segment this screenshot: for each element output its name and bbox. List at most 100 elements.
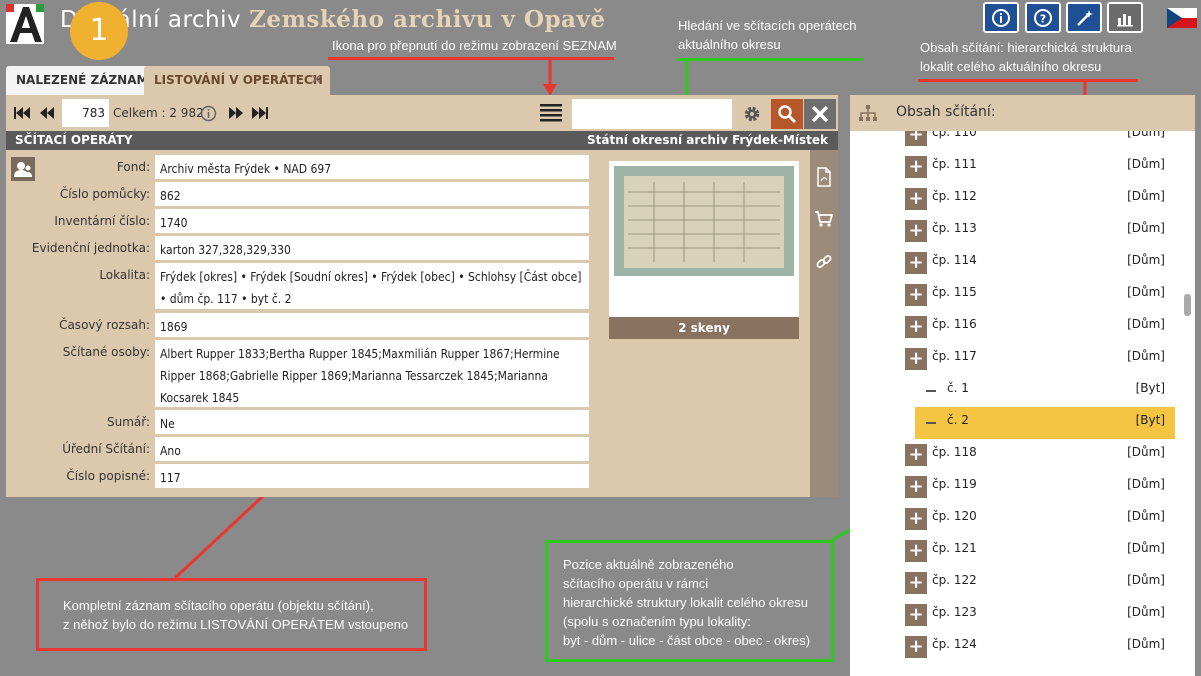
tree-row[interactable]: + čp. 113 [Dům] xyxy=(850,215,1181,247)
expand-icon[interactable]: + xyxy=(905,540,927,562)
tree-row[interactable]: + čp. 122 [Dům] xyxy=(850,567,1181,599)
expand-icon[interactable]: + xyxy=(905,188,927,210)
expand-icon[interactable]: + xyxy=(905,476,927,498)
tree-row[interactable]: č. 1 [Byt] xyxy=(850,375,1181,407)
expand-icon[interactable]: + xyxy=(905,131,927,146)
tree-row-name: č. 1 xyxy=(947,381,969,395)
section-bar: SČÍTACÍ OPERÁTY Státní okresní archiv Fr… xyxy=(6,131,838,150)
tree-row-name: čp. 115 xyxy=(932,285,977,299)
person-icon[interactable] xyxy=(11,157,35,181)
tree-row-name: čp. 112 xyxy=(932,189,977,203)
pdf-icon[interactable] xyxy=(815,167,833,187)
tree-row-name: čp. 111 xyxy=(932,157,977,171)
list-view-icon[interactable] xyxy=(539,102,563,126)
tree-row[interactable]: + čp. 116 [Dům] xyxy=(850,311,1181,343)
arrow-list-mode xyxy=(543,60,557,96)
locality-tree[interactable]: + čp. 110 [Dům] + čp. 111 [Dům] + čp. 112 [Dům] +… xyxy=(850,131,1181,676)
link-icon[interactable] xyxy=(815,253,833,271)
expand-icon[interactable]: + xyxy=(905,636,927,658)
tree-row-type: [Byt] xyxy=(1135,381,1165,395)
tree-row-type: [Dům] xyxy=(1127,509,1165,523)
tab-found-records[interactable]: NALEZENÉ ZÁZNAMY xyxy=(6,66,168,95)
search-button[interactable] xyxy=(771,99,803,129)
tree-row-name: čp. 121 xyxy=(932,541,977,555)
field-label-house-number: Číslo popisné: xyxy=(66,469,150,483)
scrollbar-thumb[interactable] xyxy=(1184,294,1191,316)
tree-row-type: [Dům] xyxy=(1127,317,1165,331)
last-page-icon[interactable] xyxy=(249,105,269,121)
field-value-time-range: 1869 xyxy=(155,313,589,337)
expand-icon[interactable]: + xyxy=(905,572,927,594)
record-sidebar xyxy=(810,150,838,497)
gear-icon xyxy=(744,106,760,122)
tree-row[interactable]: + čp. 118 [Dům] xyxy=(850,439,1181,471)
tree-row-type: [Dům] xyxy=(1127,285,1165,299)
expand-icon[interactable]: + xyxy=(905,604,927,626)
tree-row-name: čp. 116 xyxy=(932,317,977,331)
annotation-full-record-2: z něhož bylo do režimu LISTOVÁNÍ OPERÁTE… xyxy=(63,617,409,632)
tree-row-type: [Dům] xyxy=(1127,221,1165,235)
tab-browse-operates[interactable]: LISTOVÁNÍ V OPERÁTECH ✕ xyxy=(144,66,330,95)
record-number-input[interactable]: 783 xyxy=(62,99,109,127)
field-label-time-range: Časový rozsah: xyxy=(59,318,150,332)
tree-row[interactable]: + čp. 123 [Dům] xyxy=(850,599,1181,631)
tree-row-name: čp. 122 xyxy=(932,573,977,587)
annotation-position-2: sčítacího operátu v rámci xyxy=(563,576,709,591)
tree-row[interactable]: + čp. 110 [Dům] xyxy=(850,131,1181,151)
tree-row-name: čp. 110 xyxy=(932,131,977,139)
expand-icon[interactable]: + xyxy=(905,156,927,178)
field-label-inventory-number: Inventární číslo: xyxy=(54,214,150,228)
tree-title: Obsah sčítání: xyxy=(896,104,996,120)
expand-icon[interactable]: + xyxy=(905,316,927,338)
field-label-locality: Lokalita: xyxy=(99,268,150,282)
tree-row-name: čp. 117 xyxy=(932,349,977,363)
archive-name: Státní okresní archiv Frýdek-Místek xyxy=(586,133,828,147)
tree-row-type: [Dům] xyxy=(1127,131,1165,139)
tree-row-type: [Dům] xyxy=(1127,637,1165,651)
close-tab-icon[interactable]: ✕ xyxy=(310,66,322,95)
field-value-official: Ano xyxy=(155,437,589,461)
scan-thumbnail[interactable] xyxy=(614,166,794,276)
leaf-dash-icon xyxy=(926,390,936,392)
tree-row[interactable]: + čp. 114 [Dům] xyxy=(850,247,1181,279)
tree-row[interactable]: + čp. 112 [Dům] xyxy=(850,183,1181,215)
annotation-position-4: (spolu s označením typu lokality: xyxy=(563,614,751,629)
expand-icon[interactable]: + xyxy=(905,348,927,370)
tree-row-selected[interactable]: č. 2 [Byt] xyxy=(915,407,1175,439)
tree-row[interactable]: + čp. 124 [Dům] xyxy=(850,631,1181,663)
tree-row[interactable]: + čp. 115 [Dům] xyxy=(850,279,1181,311)
tree-row-type: [Dům] xyxy=(1127,573,1165,587)
total-count: Celkem : 2 982 xyxy=(113,106,204,120)
field-label-persons: Sčítané osoby: xyxy=(62,345,150,359)
tree-row[interactable]: + čp. 119 [Dům] xyxy=(850,471,1181,503)
tree-row-name: čp. 119 xyxy=(932,477,977,491)
expand-icon[interactable]: + xyxy=(905,444,927,466)
expand-icon[interactable]: + xyxy=(905,220,927,242)
first-page-icon[interactable] xyxy=(13,105,33,121)
tree-row-type: [Dům] xyxy=(1127,189,1165,203)
close-icon xyxy=(811,105,829,123)
tree-row-type: [Dům] xyxy=(1127,445,1165,459)
info-circle-icon[interactable] xyxy=(200,105,217,122)
tree-row-name: čp. 118 xyxy=(932,445,977,459)
close-button[interactable] xyxy=(804,99,836,129)
tree-row-name: čp. 120 xyxy=(932,509,977,523)
tree-scrollbar[interactable] xyxy=(1181,131,1195,676)
tree-row[interactable]: + čp. 120 [Dům] xyxy=(850,503,1181,535)
cart-icon[interactable] xyxy=(814,210,834,228)
settings-button[interactable] xyxy=(736,99,768,129)
field-label-aid-number: Číslo pomůcky: xyxy=(59,187,150,201)
annotation-position-3: hierarchické struktury lokalit celého ok… xyxy=(563,595,808,610)
expand-icon[interactable]: + xyxy=(905,284,927,306)
tree-row[interactable]: + čp. 111 [Dům] xyxy=(850,151,1181,183)
scans-count[interactable]: 2 skeny xyxy=(609,317,799,339)
field-value-fond: Archiv města Frýdek • NAD 697 xyxy=(155,155,589,179)
search-input[interactable] xyxy=(572,99,732,129)
field-value-summary: Ne xyxy=(155,410,589,434)
tree-row[interactable]: + čp. 117 [Dům] xyxy=(850,343,1181,375)
next-page-icon[interactable] xyxy=(227,105,245,121)
tree-row[interactable]: + čp. 121 [Dům] xyxy=(850,535,1181,567)
expand-icon[interactable]: + xyxy=(905,252,927,274)
expand-icon[interactable]: + xyxy=(905,508,927,530)
previous-page-icon[interactable] xyxy=(38,105,56,121)
